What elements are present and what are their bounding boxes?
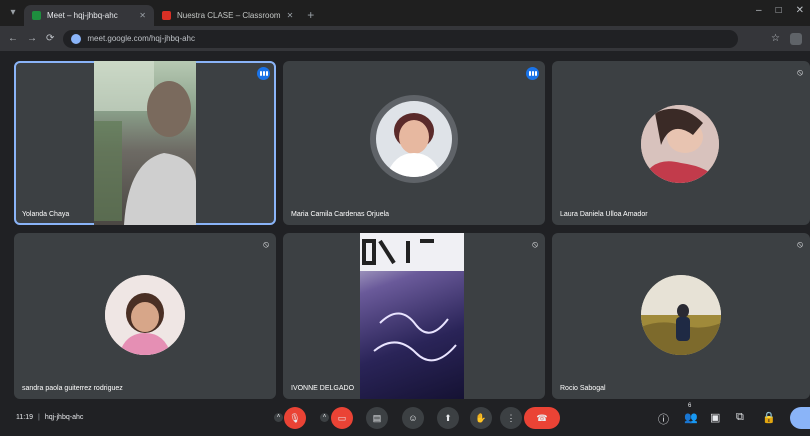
new-tab-button[interactable]: + [307, 8, 314, 22]
site-info-icon[interactable] [71, 33, 82, 44]
tab-title: Nuestra CLASE – Classroom [177, 11, 281, 20]
self-view-button[interactable] [790, 407, 810, 429]
participant-tile[interactable]: ⦸ IVONNE DELGADO [283, 233, 545, 399]
more-options-button[interactable]: ⋮ [500, 407, 522, 429]
participant-tile[interactable]: ⦸ Rocio Sabogal [552, 233, 810, 399]
avatar-photo [641, 105, 719, 183]
speaking-indicator-icon [526, 67, 539, 80]
participant-name: sandra paola guiterrez rodriguez [22, 385, 123, 392]
close-tab-icon[interactable]: ✕ [139, 11, 146, 20]
avatar [641, 275, 721, 355]
participant-tile[interactable]: Yolanda Chaya [14, 61, 276, 225]
mic-off-button[interactable]: 🎙 [284, 407, 306, 429]
leave-call-button[interactable]: ☎ [524, 407, 560, 429]
video-frame [360, 233, 464, 362]
meeting-toolbar: 11:19 | hqj-jhbq-ahc ˄ 🎙 ˄ ▭ ▤ ☺ ⬆ ✋ ⋮ ☎ ⓘ… [0, 400, 810, 436]
participant-name: IVONNE DELGADO [291, 385, 355, 392]
emoji-button[interactable]: ☺ [402, 407, 424, 429]
tab-title: Meet – hqj-jhbq-ahc [47, 11, 118, 20]
activities-icon[interactable]: ⧉ [736, 411, 744, 424]
avatar-photo [386, 113, 442, 177]
meeting-info: 11:19 | hqj-jhbq-ahc [16, 414, 83, 421]
separator: | [38, 414, 40, 421]
avatar-photo [641, 275, 721, 355]
chat-icon[interactable]: ▣ [710, 411, 720, 424]
mic-off-icon: ⦸ [797, 239, 803, 249]
avatar [641, 105, 719, 183]
camera-options-chevron-icon[interactable]: ˄ [320, 413, 329, 422]
bookmark-star-icon[interactable]: ☆ [771, 33, 780, 45]
present-icon: ⬆ [444, 412, 452, 423]
classroom-icon [162, 11, 171, 20]
hang-up-icon: ☎ [536, 412, 548, 423]
mic-off-icon: ⦸ [797, 67, 803, 77]
host-controls-icon[interactable]: 🔒 [762, 411, 776, 424]
speaking-indicator-icon [257, 67, 270, 80]
present-button[interactable]: ⬆ [437, 407, 459, 429]
camera-off-button[interactable]: ▭ [331, 407, 353, 429]
emoji-icon: ☺ [408, 413, 418, 423]
close-window-icon[interactable]: ✕ [796, 5, 804, 16]
back-icon[interactable]: ← [8, 33, 18, 44]
mic-off-icon: ⦸ [532, 239, 538, 249]
people-icon[interactable]: 👥 [684, 411, 698, 424]
participant-name: Rocio Sabogal [560, 385, 606, 392]
participant-name: Maria Camila Cardenas Orjuela [291, 211, 390, 218]
window-controls: – □ ✕ [756, 5, 804, 16]
tab-search-icon[interactable]: ▾ [6, 6, 20, 20]
mic-options-chevron-icon[interactable]: ˄ [274, 413, 283, 422]
mic-off-icon: ⦸ [263, 239, 269, 249]
participant-video [94, 61, 196, 225]
forward-icon[interactable]: → [27, 33, 37, 44]
avatar-photo [105, 275, 185, 355]
reload-icon[interactable]: ⟳ [46, 33, 54, 44]
mic-off-icon: 🎙 [289, 412, 301, 423]
maximize-icon[interactable]: □ [776, 5, 782, 16]
participant-name: Laura Daniela Ulloa Amador [560, 211, 648, 218]
more-vert-icon: ⋮ [506, 412, 516, 423]
participant-tile[interactable]: Maria Camila Cardenas Orjuela [283, 61, 545, 225]
avatar [376, 101, 452, 177]
tab-meet[interactable]: Meet – hqj-jhbq-ahc ✕ [24, 5, 154, 26]
profile-icon[interactable] [790, 32, 802, 45]
close-tab-icon[interactable]: ✕ [287, 11, 294, 20]
participant-count: 6 [688, 403, 692, 409]
address-bar[interactable]: meet.google.com/hqj-jhbq-ahc [63, 29, 739, 48]
camera-off-icon: ▭ [337, 412, 347, 423]
info-icon[interactable]: ⓘ [658, 411, 669, 427]
participant-tile[interactable]: ⦸ Laura Daniela Ulloa Amador [552, 61, 810, 225]
tab-classroom[interactable]: Nuestra CLASE – Classroom ✕ [154, 5, 301, 26]
meeting-code: hqj-jhbq-ahc [44, 414, 84, 421]
hand-icon: ✋ [475, 412, 487, 423]
minimize-icon[interactable]: – [756, 5, 762, 16]
browser-actions: ☆ [771, 32, 802, 45]
meeting-time: 11:19 [16, 414, 33, 421]
captions-button[interactable]: ▤ [366, 407, 388, 429]
participant-video [360, 233, 464, 399]
url-text: meet.google.com/hqj-jhbq-ahc [87, 34, 196, 43]
participant-tile[interactable]: ⦸ sandra paola guiterrez rodriguez [14, 233, 276, 399]
participant-name: Yolanda Chaya [22, 211, 70, 218]
participant-grid: Yolanda Chaya Maria Camila Cardenas Orju… [14, 61, 810, 399]
avatar [105, 275, 185, 355]
meet-icon [32, 11, 41, 20]
browser-toolbar: ← → ⟳ meet.google.com/hqj-jhbq-ahc ☆ [0, 26, 810, 51]
captions-icon: ▤ [372, 412, 382, 423]
video-frame [94, 61, 196, 225]
raise-hand-button[interactable]: ✋ [470, 407, 492, 429]
browser-tab-strip: ▾ Meet – hqj-jhbq-ahc ✕ Nuestra CLASE – … [0, 0, 810, 26]
